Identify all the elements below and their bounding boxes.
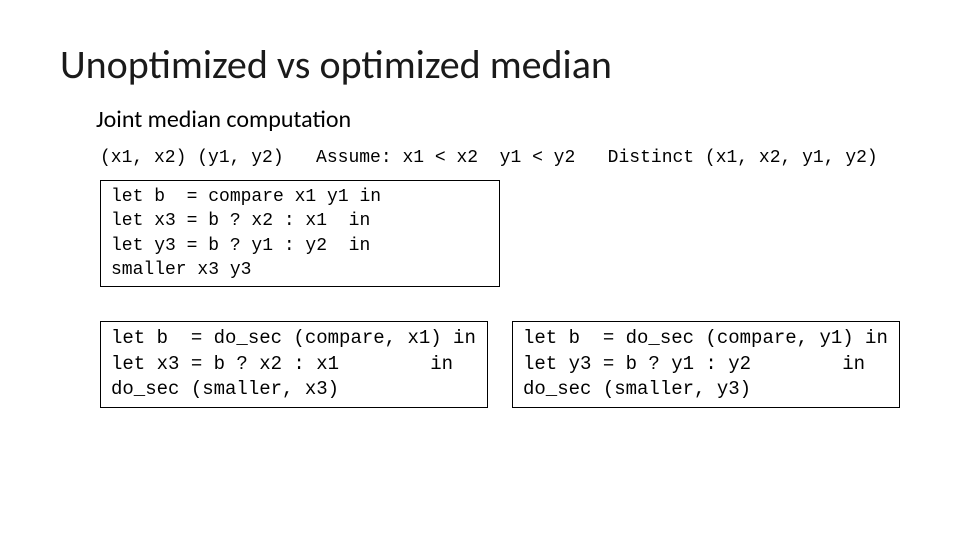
slide: Unoptimized vs optimized median Joint me…	[0, 0, 960, 540]
code-block-optimized-left: let b = do_sec (compare, x1) in let x3 =…	[100, 321, 488, 408]
code-block-unoptimized: let b = compare x1 y1 in let x3 = b ? x2…	[100, 180, 500, 287]
slide-title: Unoptimized vs optimized median	[60, 40, 900, 89]
slide-subtitle: Joint median computation	[96, 105, 900, 134]
assumptions-line: (x1, x2) (y1, y2) Assume: x1 < x2 y1 < y…	[100, 148, 900, 168]
optimized-row: let b = do_sec (compare, x1) in let x3 =…	[100, 321, 900, 408]
code-block-optimized-right: let b = do_sec (compare, y1) in let y3 =…	[512, 321, 900, 408]
